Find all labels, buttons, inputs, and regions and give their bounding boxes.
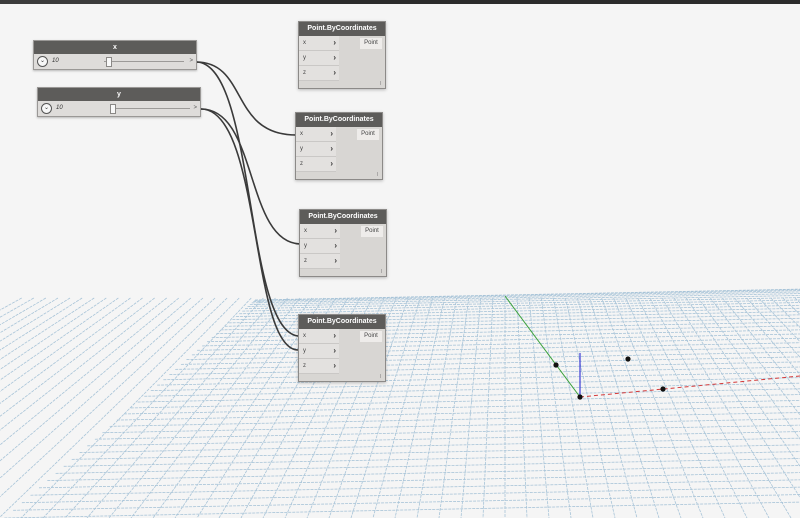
- slider-value[interactable]: 10: [56, 101, 63, 116]
- lacing-indicator: l: [376, 172, 378, 178]
- chevron-right-icon: ›: [330, 129, 333, 138]
- input-port-z[interactable]: z ›: [299, 66, 339, 81]
- chevron-right-icon: ›: [330, 159, 333, 168]
- point-bycoordinates-node-2[interactable]: Point.ByCoordinates x › y › z › Point l: [295, 112, 383, 180]
- slider-thumb[interactable]: [106, 57, 112, 67]
- chevron-right-icon: ›: [334, 226, 337, 235]
- lacing-indicator: l: [379, 374, 381, 380]
- output-port-arrow[interactable]: >: [193, 101, 197, 116]
- chevron-right-icon: ›: [333, 38, 336, 47]
- input-port-y[interactable]: y ›: [299, 51, 339, 66]
- port-label: y: [304, 243, 307, 249]
- input-port-y[interactable]: y ›: [300, 239, 340, 254]
- input-port-x[interactable]: x ›: [300, 224, 340, 239]
- input-port-x[interactable]: x ›: [296, 127, 336, 142]
- slider-title: y: [38, 88, 200, 101]
- input-port-z[interactable]: z ›: [296, 157, 336, 172]
- slider-value[interactable]: 10: [52, 54, 59, 69]
- chevron-right-icon: ›: [334, 256, 337, 265]
- chevron-right-icon: ›: [333, 361, 336, 370]
- port-label: z: [304, 258, 307, 264]
- slider-track[interactable]: [104, 61, 184, 62]
- output-port-point[interactable]: Point: [360, 331, 382, 342]
- chevron-right-icon: ›: [333, 346, 336, 355]
- output-port-arrow[interactable]: >: [189, 54, 193, 69]
- graph-canvas: [0, 4, 800, 518]
- port-label: x: [303, 40, 306, 46]
- port-label: x: [303, 333, 306, 339]
- lacing-indicator: l: [379, 81, 381, 87]
- lacing-indicator: l: [380, 269, 382, 275]
- chevron-down-icon[interactable]: ⌄: [41, 103, 52, 114]
- point-bycoordinates-node-4[interactable]: Point.ByCoordinates x › y › z › Point l: [298, 314, 386, 382]
- input-port-y[interactable]: y ›: [299, 344, 339, 359]
- slider-node-x[interactable]: x ⌄ 10 >: [33, 40, 197, 70]
- port-label: x: [300, 131, 303, 137]
- port-label: x: [304, 228, 307, 234]
- slider-node-y[interactable]: y ⌄ 10 >: [37, 87, 201, 117]
- output-port-point[interactable]: Point: [360, 38, 382, 49]
- point-bycoordinates-node-3[interactable]: Point.ByCoordinates x › y › z › Point l: [299, 209, 387, 277]
- port-label: y: [300, 146, 303, 152]
- chevron-right-icon: ›: [333, 68, 336, 77]
- node-title: Point.ByCoordinates: [300, 210, 386, 224]
- chevron-right-icon: ›: [333, 53, 336, 62]
- node-title: Point.ByCoordinates: [299, 315, 385, 329]
- chevron-right-icon: ›: [333, 331, 336, 340]
- output-port-point[interactable]: Point: [361, 226, 383, 237]
- port-label: y: [303, 348, 306, 354]
- chevron-down-icon[interactable]: ⌄: [37, 56, 48, 67]
- slider-thumb[interactable]: [110, 104, 116, 114]
- port-label: z: [300, 161, 303, 167]
- chevron-right-icon: ›: [330, 144, 333, 153]
- node-title: Point.ByCoordinates: [299, 22, 385, 36]
- output-port-point[interactable]: Point: [357, 129, 379, 140]
- port-label: z: [303, 70, 306, 76]
- input-port-x[interactable]: x ›: [299, 329, 339, 344]
- node-title: Point.ByCoordinates: [296, 113, 382, 127]
- port-label: y: [303, 55, 306, 61]
- input-port-z[interactable]: z ›: [299, 359, 339, 374]
- input-port-x[interactable]: x ›: [299, 36, 339, 51]
- input-port-z[interactable]: z ›: [300, 254, 340, 269]
- point-bycoordinates-node-1[interactable]: Point.ByCoordinates x › y › z › Point l: [298, 21, 386, 89]
- input-port-y[interactable]: y ›: [296, 142, 336, 157]
- port-label: z: [303, 363, 306, 369]
- slider-title: x: [34, 41, 196, 54]
- chevron-right-icon: ›: [334, 241, 337, 250]
- slider-track[interactable]: [110, 108, 190, 109]
